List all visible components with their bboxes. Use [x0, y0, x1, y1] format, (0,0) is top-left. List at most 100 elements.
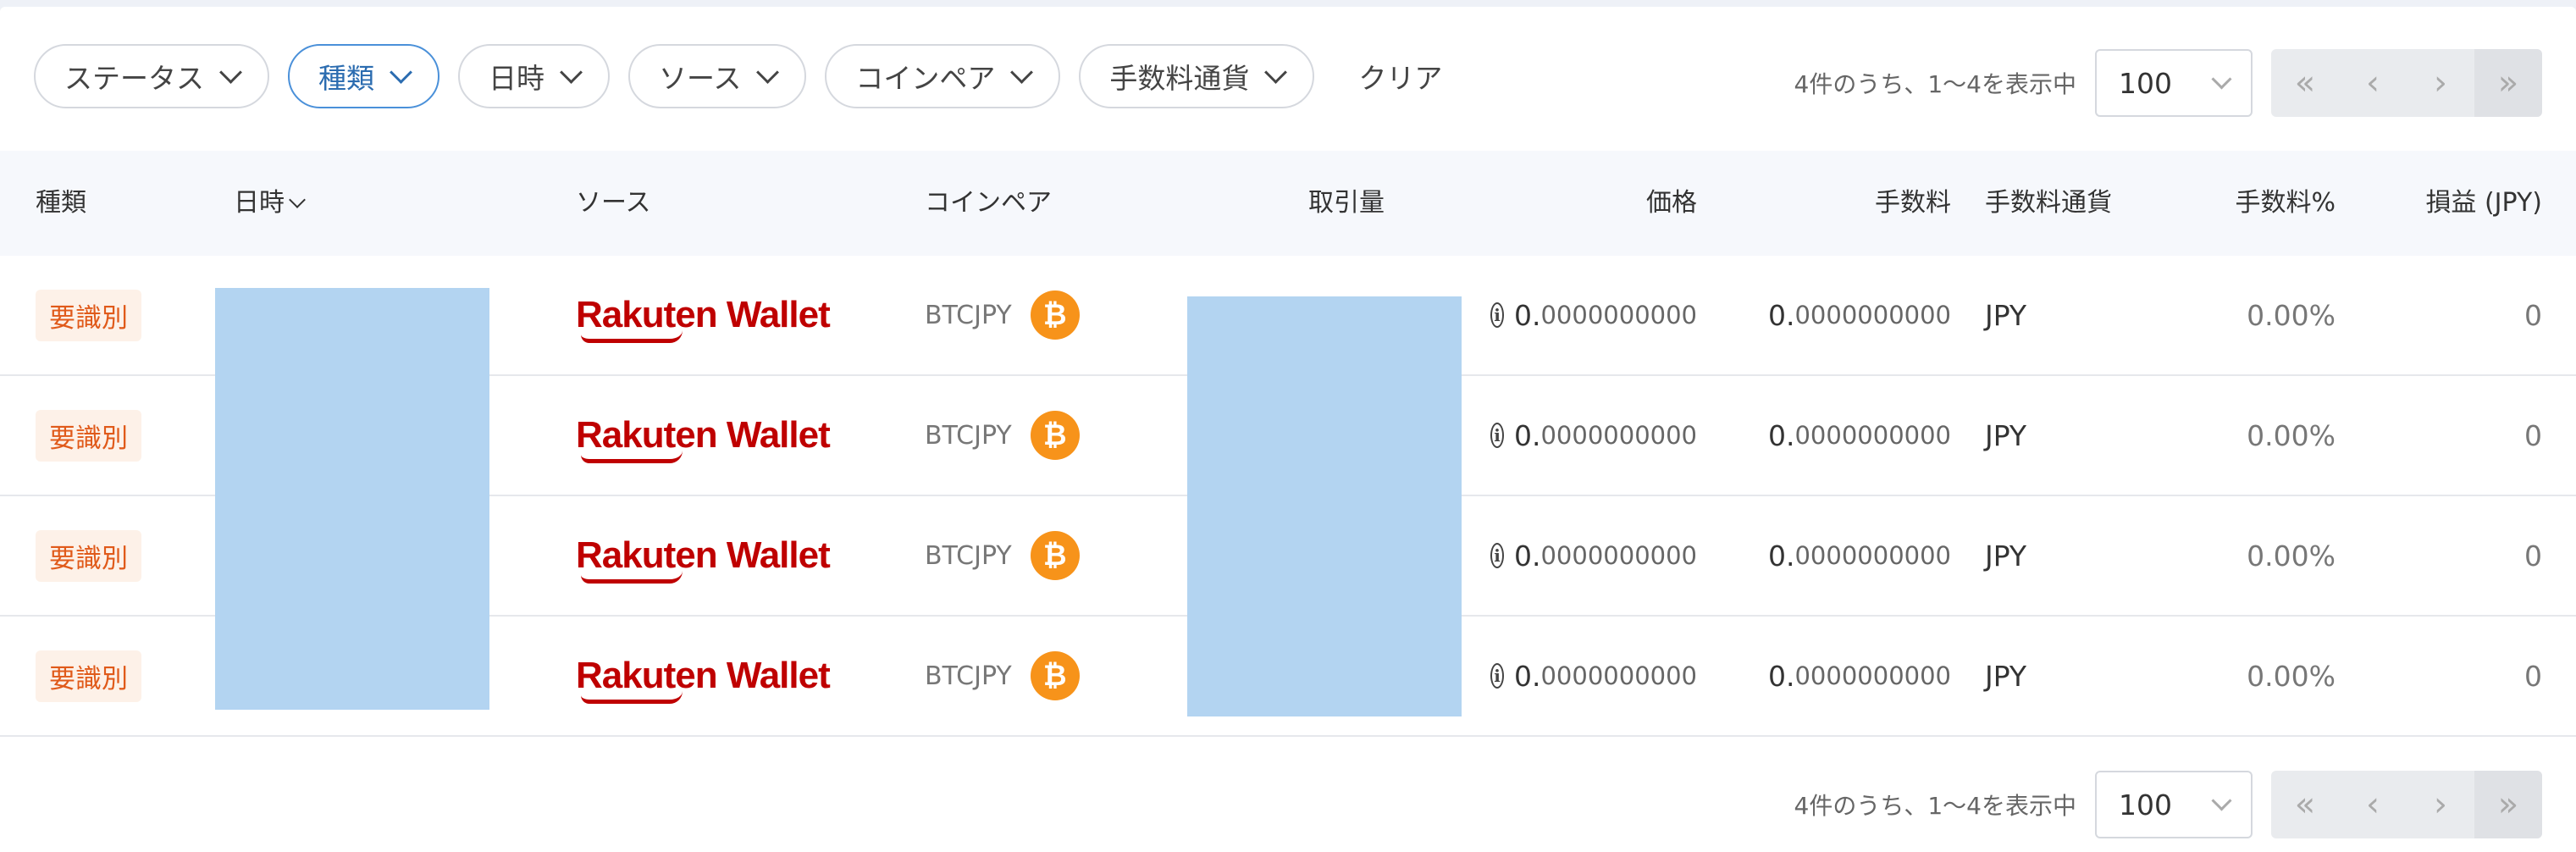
info-icon[interactable]: i	[1490, 543, 1504, 568]
per-page-value: 100	[2119, 788, 2172, 822]
filter-status[interactable]: ステータス	[34, 44, 269, 108]
type-cell: 要識別	[36, 617, 141, 735]
fee-int: 0.	[1767, 539, 1795, 573]
pnl-value: 0	[2524, 298, 2542, 332]
col-fee[interactable]: 手数料	[1778, 151, 1951, 256]
per-page-select[interactable]: 100	[2095, 771, 2253, 838]
pair-text: BTCJPY	[925, 420, 1012, 451]
fee-currency: JPY	[1985, 539, 2027, 573]
info-icon[interactable]: i	[1490, 302, 1504, 328]
fee-pct: 0.00%	[2247, 659, 2336, 693]
filter-bar: ステータス 種類 日時 ソース コインペア 手数料通貨 クリア	[34, 42, 1442, 110]
pair-text: BTCJPY	[925, 661, 1012, 691]
filter-coin-pair[interactable]: コインペア	[825, 44, 1061, 108]
fee-frac: 0000000000	[1794, 421, 1951, 450]
chevron-down-icon	[2211, 68, 2232, 90]
fee-pct-cell: 0.00%	[2168, 256, 2336, 374]
col-datetime[interactable]: 日時	[234, 151, 306, 256]
redacted-amount-block	[1187, 296, 1462, 716]
logo-swoosh	[581, 330, 683, 343]
fee-currency-cell: JPY	[1985, 617, 2026, 735]
fee-currency-cell: JPY	[1985, 376, 2026, 495]
filter-type[interactable]: 種類	[288, 44, 439, 108]
source-cell: Rakuten Wallet	[576, 376, 831, 495]
chevron-right-icon[interactable]: ›	[2407, 771, 2474, 838]
logo-swoosh	[581, 571, 683, 584]
page-nav: « ‹ › »	[2271, 49, 2542, 117]
clear-filters-button[interactable]: クリア	[1358, 56, 1442, 97]
fee-cell: 0. 0000000000	[1744, 496, 1951, 615]
price-frac: 0000000000	[1540, 301, 1697, 329]
double-chevron-right-icon[interactable]: »	[2474, 49, 2542, 117]
filter-datetime[interactable]: 日時	[458, 44, 610, 108]
col-amount[interactable]: 取引量	[1186, 151, 1507, 256]
chevron-down-icon	[560, 60, 583, 84]
redacted-datetime-block	[215, 288, 489, 710]
price-frac: 0000000000	[1540, 541, 1697, 570]
bitcoin-icon: ₿	[1030, 290, 1080, 340]
price-cell: i 0. 0000000000	[1490, 256, 1697, 374]
info-icon[interactable]: i	[1490, 663, 1504, 689]
filter-datetime-label: 日時	[489, 62, 544, 95]
fee-int: 0.	[1767, 298, 1795, 332]
pair-cell: BTCJPY ₿	[925, 256, 1080, 374]
fee-currency: JPY	[1985, 659, 2027, 693]
price-cell: i 0. 0000000000	[1490, 496, 1697, 615]
fee-frac: 0000000000	[1794, 541, 1951, 570]
pnl-value: 0	[2524, 418, 2542, 452]
double-chevron-left-icon[interactable]: «	[2271, 771, 2339, 838]
source-name: Rakuten Wallet	[576, 655, 831, 696]
fee-frac: 0000000000	[1794, 661, 1951, 690]
logo-swoosh	[581, 691, 683, 704]
filter-source-label: ソース	[659, 62, 742, 95]
pnl-value: 0	[2524, 659, 2542, 693]
fee-currency: JPY	[1985, 298, 2027, 332]
price-frac: 0000000000	[1540, 661, 1697, 690]
status-badge: 要識別	[36, 409, 141, 462]
pagination-summary: 4件のうち、1〜4を表示中	[1794, 792, 2076, 820]
chevron-right-icon[interactable]: ›	[2407, 49, 2474, 117]
col-pnl[interactable]: 損益 (JPY)	[2371, 151, 2542, 256]
col-type[interactable]: 種類	[36, 151, 86, 256]
double-chevron-right-icon[interactable]: »	[2474, 771, 2542, 838]
sort-chevron-down-icon	[289, 191, 306, 208]
type-cell: 要識別	[36, 256, 141, 374]
fee-int: 0.	[1767, 659, 1795, 693]
rakuten-wallet-logo: Rakuten Wallet	[576, 294, 831, 343]
source-cell: Rakuten Wallet	[576, 617, 831, 735]
col-price[interactable]: 価格	[1524, 151, 1697, 256]
fee-pct: 0.00%	[2247, 298, 2336, 332]
pnl-cell: 0	[2371, 256, 2542, 374]
price-int: 0.	[1513, 659, 1541, 693]
per-page-select[interactable]: 100	[2095, 49, 2253, 117]
info-icon[interactable]: i	[1490, 423, 1504, 448]
source-name: Rakuten Wallet	[576, 534, 831, 576]
fee-currency: JPY	[1985, 418, 2027, 452]
source-name: Rakuten Wallet	[576, 414, 831, 456]
col-source[interactable]: ソース	[576, 151, 651, 256]
filter-fee-currency-label: 手数料通貨	[1109, 62, 1250, 95]
chevron-down-icon	[1010, 60, 1034, 84]
price-cell: i 0. 0000000000	[1490, 376, 1697, 495]
pair-text: BTCJPY	[925, 540, 1012, 571]
table-header: 種類 日時 ソース コインペア 取引量 価格 手数料 手数料通貨 手数料% 損益…	[0, 151, 2576, 256]
filter-source[interactable]: ソース	[628, 44, 807, 108]
filter-status-label: ステータス	[64, 62, 204, 95]
col-fee-currency[interactable]: 手数料通貨	[1985, 151, 2112, 256]
per-page-value: 100	[2119, 66, 2172, 100]
fee-pct-cell: 0.00%	[2168, 496, 2336, 615]
fee-pct-cell: 0.00%	[2168, 617, 2336, 735]
col-fee-pct[interactable]: 手数料%	[2168, 151, 2336, 256]
chevron-down-icon	[390, 60, 412, 84]
filter-fee-currency[interactable]: 手数料通貨	[1079, 44, 1315, 108]
chevron-left-icon[interactable]: ‹	[2339, 49, 2407, 117]
double-chevron-left-icon[interactable]: «	[2271, 49, 2339, 117]
fee-int: 0.	[1767, 418, 1795, 452]
fee-frac: 0000000000	[1794, 301, 1951, 329]
fee-currency-cell: JPY	[1985, 256, 2026, 374]
chevron-down-icon	[2211, 789, 2232, 811]
status-badge: 要識別	[36, 650, 141, 702]
col-pair[interactable]: コインペア	[925, 151, 1052, 256]
chevron-left-icon[interactable]: ‹	[2339, 771, 2407, 838]
price-int: 0.	[1513, 418, 1541, 452]
